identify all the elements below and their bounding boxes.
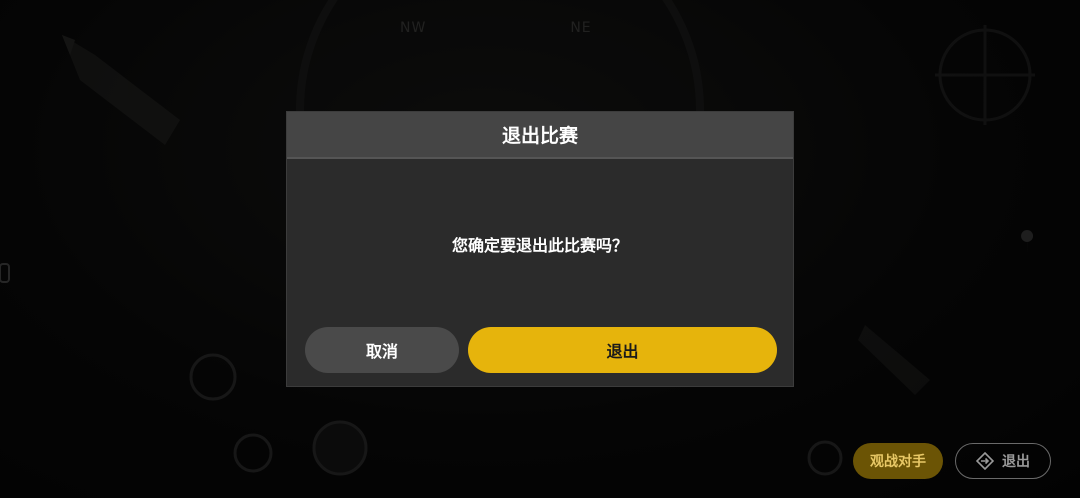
cancel-button[interactable]: 取消 xyxy=(305,327,459,373)
hud-exit-label: 退出 xyxy=(1002,454,1030,470)
confirm-exit-button[interactable]: 退出 xyxy=(468,327,777,373)
spectate-button[interactable]: 观战对手 xyxy=(853,443,943,479)
exit-arrow-icon xyxy=(976,452,994,470)
spectate-label: 观战对手 xyxy=(870,454,926,470)
cancel-button-label: 取消 xyxy=(365,342,398,361)
hud-exit-button[interactable]: 退出 xyxy=(955,443,1051,479)
exit-match-dialog: 退出比赛 您确定要退出此比赛吗？ 取消 退出 xyxy=(286,111,794,387)
confirm-exit-label: 退出 xyxy=(606,342,639,361)
dialog-title: 退出比赛 xyxy=(501,125,578,147)
dialog-message: 您确定要退出此比赛吗？ xyxy=(451,236,628,255)
dialog-header: 退出比赛 xyxy=(287,112,793,159)
